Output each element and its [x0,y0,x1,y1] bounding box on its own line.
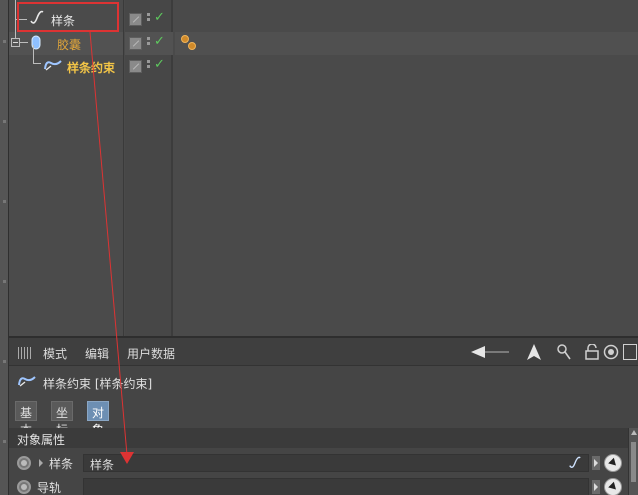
object-list: 样条 胶囊 样条约束 [9,0,124,336]
attributes-menubar: 模式 编辑 用户数据 [9,338,638,366]
object-name: 胶囊 [57,38,82,52]
target-icon[interactable] [603,344,619,360]
object-row-spline-constraint[interactable]: 样条约束 [9,45,123,78]
scrollbar[interactable] [628,428,638,495]
picker-icon[interactable] [604,478,622,495]
layer-toggle[interactable] [129,13,142,26]
window-edge [0,0,9,495]
object-row-capsule[interactable]: 胶囊 [9,20,123,55]
object-title: 样条约束 [样条约束] [43,377,153,391]
visibility-dots[interactable] [147,13,151,25]
attributes-manager: 模式 编辑 用户数据 样条约束 [样条约束] 基本 [9,336,638,495]
spline-icon [569,456,581,468]
property-spline: 样条 样条 [9,452,628,474]
highlight-box [17,2,119,32]
link-menu-arrow-icon[interactable] [592,480,600,494]
link-menu-arrow-icon[interactable] [592,456,600,470]
spline-constraint-icon [18,376,36,387]
property-rail: 导轨 [9,476,628,495]
spline-constraint-icon [44,60,62,71]
property-label: 样条 [49,457,74,471]
tab-basic[interactable]: 基本 [15,401,38,437]
object-flags-column: ✓ ✓ ✓ [125,0,173,336]
animation-radio[interactable] [17,480,31,494]
section-header: 对象属性 [9,428,628,448]
menu-user-data[interactable]: 用户数据 [127,345,175,362]
lock-icon[interactable] [585,344,599,360]
object-manager: 样条 胶囊 样条约束 ✓ ✓ ✓ [9,0,638,336]
tab-object[interactable]: 对象 [87,401,110,437]
object-tags-area [175,0,638,336]
layer-toggle[interactable] [129,60,142,73]
visibility-dots[interactable] [147,37,151,49]
object-name: 样条约束 [67,61,116,75]
picker-icon[interactable] [604,454,622,472]
enabled-check-icon[interactable]: ✓ [154,34,165,49]
tag-material-icon[interactable] [180,34,198,52]
rail-link-field[interactable] [83,478,589,495]
enabled-check-icon[interactable]: ✓ [154,57,165,72]
visibility-dots[interactable] [147,60,151,72]
menu-edit[interactable]: 编辑 [85,345,109,362]
object-title-row: 样条约束 [样条约束] [9,368,638,396]
search-icon[interactable] [557,344,571,360]
field-value: 样条 [90,458,115,472]
tab-coordinates[interactable]: 坐标 [51,401,74,437]
grid-icon[interactable] [18,347,32,359]
new-panel-icon[interactable] [623,344,637,360]
collapse-toggle[interactable] [11,38,20,47]
layer-toggle[interactable] [129,37,142,50]
enabled-check-icon[interactable]: ✓ [154,10,165,25]
spline-link-field[interactable]: 样条 [83,454,589,472]
property-label: 导轨 [37,481,62,495]
animation-radio[interactable] [17,456,31,470]
cursor-icon[interactable] [527,344,541,360]
expand-arrow-icon[interactable] [39,459,43,467]
section-title: 对象属性 [17,433,66,447]
menu-mode[interactable]: 模式 [43,345,67,362]
back-arrow-icon[interactable] [471,346,511,358]
